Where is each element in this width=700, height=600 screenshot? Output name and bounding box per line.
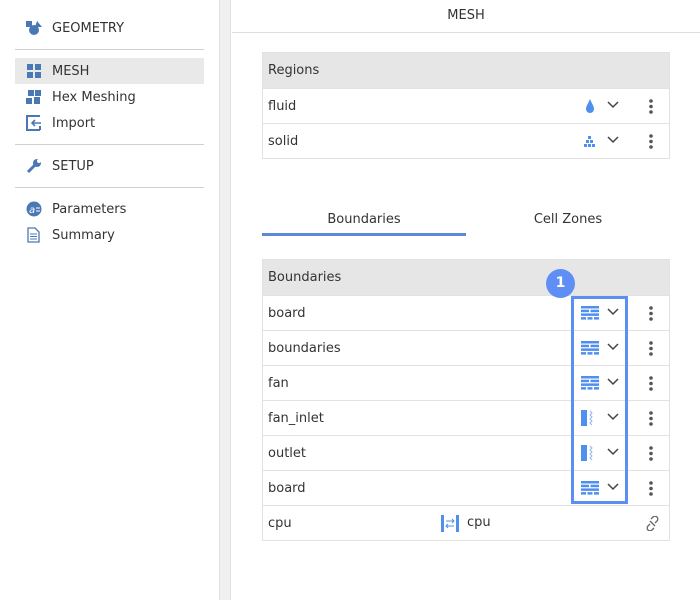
divider (15, 49, 204, 50)
mesh-icon (15, 64, 52, 78)
page-title: MESH (232, 0, 700, 33)
more-options-icon[interactable] (648, 445, 654, 462)
svg-text:a: a (29, 205, 35, 216)
chevron-down-icon[interactable] (606, 98, 620, 112)
sidebar-item-import[interactable]: Import (15, 110, 204, 136)
region-row[interactable]: fluid (263, 88, 669, 123)
sidebar-item-geometry[interactable]: GEOMETRY (15, 15, 204, 41)
more-options-icon[interactable] (648, 375, 654, 392)
droplet-icon (583, 99, 597, 113)
more-options-icon[interactable] (648, 480, 654, 497)
highlight-box (571, 296, 628, 504)
sidebar-item-parameters[interactable]: a Parameters (15, 196, 204, 222)
wrench-icon (15, 158, 52, 174)
blocks-icon (583, 134, 597, 148)
divider (15, 144, 204, 145)
chevron-down-icon[interactable] (606, 133, 620, 147)
sidebar: GEOMETRY MESH Hex Meshing Import SETUP a… (0, 0, 219, 600)
parameters-icon: a (15, 201, 52, 217)
document-icon (15, 227, 52, 243)
sidebar-item-mesh[interactable]: MESH (15, 58, 204, 84)
tab-boundaries[interactable]: Boundaries (262, 206, 466, 236)
boundaries-header: Boundaries (263, 260, 669, 295)
more-options-icon[interactable] (648, 305, 654, 322)
sidebar-item-setup[interactable]: SETUP (15, 153, 204, 179)
more-options-icon[interactable] (648, 98, 654, 115)
hex-meshing-icon (15, 89, 52, 105)
interface-icon (441, 515, 459, 536)
tab-cell-zones[interactable]: Cell Zones (466, 206, 670, 236)
interface-row[interactable]: cpu cpu (263, 505, 669, 540)
regions-header: Regions (263, 53, 669, 88)
geometry-icon (15, 20, 52, 36)
divider (15, 187, 204, 188)
region-row[interactable]: solid (263, 123, 669, 158)
more-options-icon[interactable] (648, 133, 654, 150)
sidebar-item-hex-meshing[interactable]: Hex Meshing (15, 84, 204, 110)
step-badge: 1 (546, 269, 575, 298)
more-options-icon[interactable] (648, 340, 654, 357)
more-options-icon[interactable] (648, 410, 654, 427)
sidebar-item-summary[interactable]: Summary (15, 222, 204, 248)
tab-bar: Boundaries Cell Zones (262, 206, 670, 236)
main-panel: MESH Regions fluid solid Boundaries Cell… (232, 0, 700, 600)
splitter[interactable] (219, 0, 231, 600)
regions-panel: Regions fluid solid (262, 52, 670, 159)
unlink-icon[interactable] (645, 515, 660, 535)
import-icon (15, 115, 52, 131)
interface-pair: cpu (467, 515, 491, 530)
